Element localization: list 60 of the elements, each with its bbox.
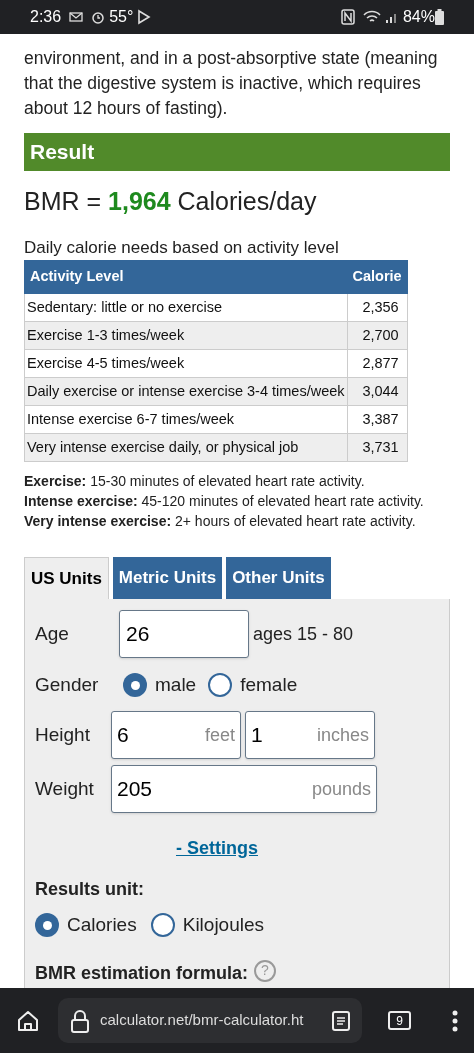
battery-percentage: 84%: [402, 7, 435, 27]
result-header: Result: [24, 133, 450, 171]
section-label: Results unit:: [35, 878, 145, 901]
table-cell: 3,731: [347, 433, 408, 462]
radio-button[interactable]: [35, 913, 59, 938]
radio-label: Kilojoules: [182, 913, 265, 937]
radio-button[interactable]: [123, 673, 147, 697]
alarm-icon: [91, 10, 106, 24]
definition-note: Intense exercise: 45-120 minutes of elevated heart rate activity.: [24, 492, 425, 511]
wifi-icon: [362, 10, 381, 24]
unit-tab[interactable]: Other Units: [226, 557, 331, 599]
table-cell: 2,356: [347, 293, 408, 322]
tab-count-button[interactable]: 9: [388, 1011, 411, 1030]
reader-icon[interactable]: [332, 1010, 350, 1031]
age-field[interactable]: 26: [119, 610, 249, 658]
settings-link[interactable]: - Settings: [176, 835, 258, 862]
table-caption: Daily calorie needs based on activity level: [24, 236, 340, 259]
table-cell: 2,877: [347, 349, 408, 378]
radio-label: female: [240, 672, 298, 697]
address-bar[interactable]: calculator.net/bmr-calculator.ht: [58, 998, 362, 1043]
intro-paragraph: environment, and in a post-absorptive state (meaning that the digestive system is inactive, which requires about 12 hours of fasting).: [24, 47, 439, 120]
table-cell: Exercise 4-5 times/week: [24, 349, 347, 378]
table-cell: Exercise 1-3 times/week: [24, 321, 347, 350]
battery-icon: [435, 9, 444, 25]
table-cell: Very intense exercise daily, or physical job: [24, 433, 347, 462]
clock: 2:36: [30, 7, 62, 27]
radio-button[interactable]: [208, 673, 233, 697]
radio-button[interactable]: [150, 913, 175, 938]
field-label: Height: [35, 722, 91, 747]
weight-field[interactable]: 205 pounds: [111, 765, 377, 813]
nfc-icon: [340, 9, 355, 25]
radio-label: Calories: [67, 913, 137, 937]
column-header: Activity Level: [24, 260, 347, 294]
table-cell: 2,700: [347, 321, 408, 350]
lock-icon: [70, 1008, 90, 1033]
field-label: Gender: [35, 672, 100, 697]
temperature: 55°: [109, 7, 134, 27]
bmr-result: BMR = 1,964 Calories/day: [24, 186, 318, 217]
table-cell: 3,387: [347, 405, 408, 434]
unit-tab[interactable]: Metric Units: [112, 557, 223, 599]
definition-note: Very intense exercise: 2+ hours of elevated heart rate activity.: [24, 512, 417, 531]
field-label: Age: [35, 621, 70, 646]
play-icon: [137, 9, 152, 25]
url-text: calculator.net/bmr-calculator.ht: [100, 1010, 304, 1031]
more-icon[interactable]: [452, 1009, 458, 1032]
mail-icon: [69, 12, 84, 22]
radio-label: male: [155, 672, 197, 697]
table-cell: Sedentary: little or no exercise: [24, 293, 347, 322]
table-cell: Daily exercise or intense exercise 3-4 times/week: [24, 377, 347, 406]
definition-note: Exercise: 15-30 minutes of elevated heart rate activity.: [24, 472, 366, 491]
field-label: Weight: [35, 776, 95, 801]
table-cell: Intense exercise 6-7 times/week: [24, 405, 347, 434]
section-label: BMR estimation formula:: [35, 961, 248, 985]
height-field[interactable]: 6 feet: [111, 711, 241, 759]
unit-tab[interactable]: US Units: [24, 557, 109, 599]
height-field[interactable]: 1 inches: [245, 711, 375, 759]
age-hint: ages 15 - 80: [253, 622, 354, 646]
table-cell: 3,044: [347, 377, 408, 406]
home-icon[interactable]: [16, 1008, 40, 1033]
column-header: Calorie: [347, 260, 408, 294]
